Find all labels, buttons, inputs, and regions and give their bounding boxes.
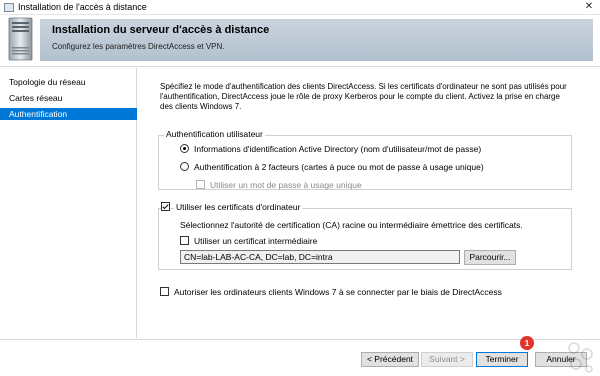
intermediate-cert-checkbox[interactable] xyxy=(180,236,189,245)
computer-certs-checkbox[interactable] xyxy=(161,202,170,211)
ca-info-text: Sélectionnez l'autorité de certification… xyxy=(180,220,523,230)
page-title: Installation du serveur d'accès à distan… xyxy=(52,24,270,36)
close-icon[interactable]: ✕ xyxy=(578,0,600,15)
previous-button[interactable]: < Précédent xyxy=(361,352,419,367)
radio-two-factor-label[interactable]: Authentification à 2 facteurs (cartes à … xyxy=(194,162,484,172)
wizard-nav: Topologie du réseau Cartes réseau Authen… xyxy=(0,68,137,338)
intermediate-cert-label[interactable]: Utiliser un certificat intermédiaire xyxy=(194,236,317,246)
nav-item-cartes-reseau[interactable]: Cartes réseau xyxy=(0,92,137,104)
wizard-footer: < Précédent Suivant > Terminer Annuler xyxy=(0,340,600,376)
radio-ad-credentials[interactable] xyxy=(180,144,189,153)
ca-name-field[interactable]: CN=lab-LAB-AC-CA, DC=lab, DC=intra xyxy=(180,250,460,264)
finish-button[interactable]: Terminer xyxy=(476,352,528,367)
computer-certs-label[interactable]: Utiliser les certificats d'ordinateur xyxy=(174,202,303,212)
page-subtitle: Configurez les paramètres DirectAccess e… xyxy=(52,42,225,51)
window-title: Installation de l'accès à distance xyxy=(18,2,147,12)
browse-button[interactable]: Parcourir... xyxy=(464,250,516,265)
next-button[interactable]: Suivant > xyxy=(421,352,473,367)
win7-clients-checkbox[interactable] xyxy=(160,287,169,296)
otp-checkbox[interactable] xyxy=(196,180,205,189)
window-titlebar: Installation de l'accès à distance ✕ xyxy=(0,0,600,15)
wizard-content: Spécifiez le mode d'authentification des… xyxy=(138,68,600,338)
nav-item-topologie[interactable]: Topologie du réseau xyxy=(0,76,137,88)
radio-ad-credentials-label[interactable]: Informations d'identification Active Dir… xyxy=(194,144,481,154)
step-badge: 1 xyxy=(520,336,534,350)
otp-checkbox-label: Utiliser un mot de passe à usage unique xyxy=(210,180,362,190)
description-text: Spécifiez le mode d'authentification des… xyxy=(160,82,567,111)
app-icon xyxy=(4,3,14,12)
watermark-logo-icon xyxy=(568,342,593,373)
wizard-header: Installation du serveur d'accès à distan… xyxy=(0,15,600,64)
server-icon xyxy=(8,17,33,61)
radio-two-factor[interactable] xyxy=(180,162,189,171)
win7-clients-label[interactable]: Autoriser les ordinateurs clients Window… xyxy=(174,287,502,297)
divider xyxy=(0,66,600,67)
user-auth-legend: Authentification utilisateur xyxy=(164,129,265,139)
nav-item-authentification[interactable]: Authentification xyxy=(0,108,137,120)
